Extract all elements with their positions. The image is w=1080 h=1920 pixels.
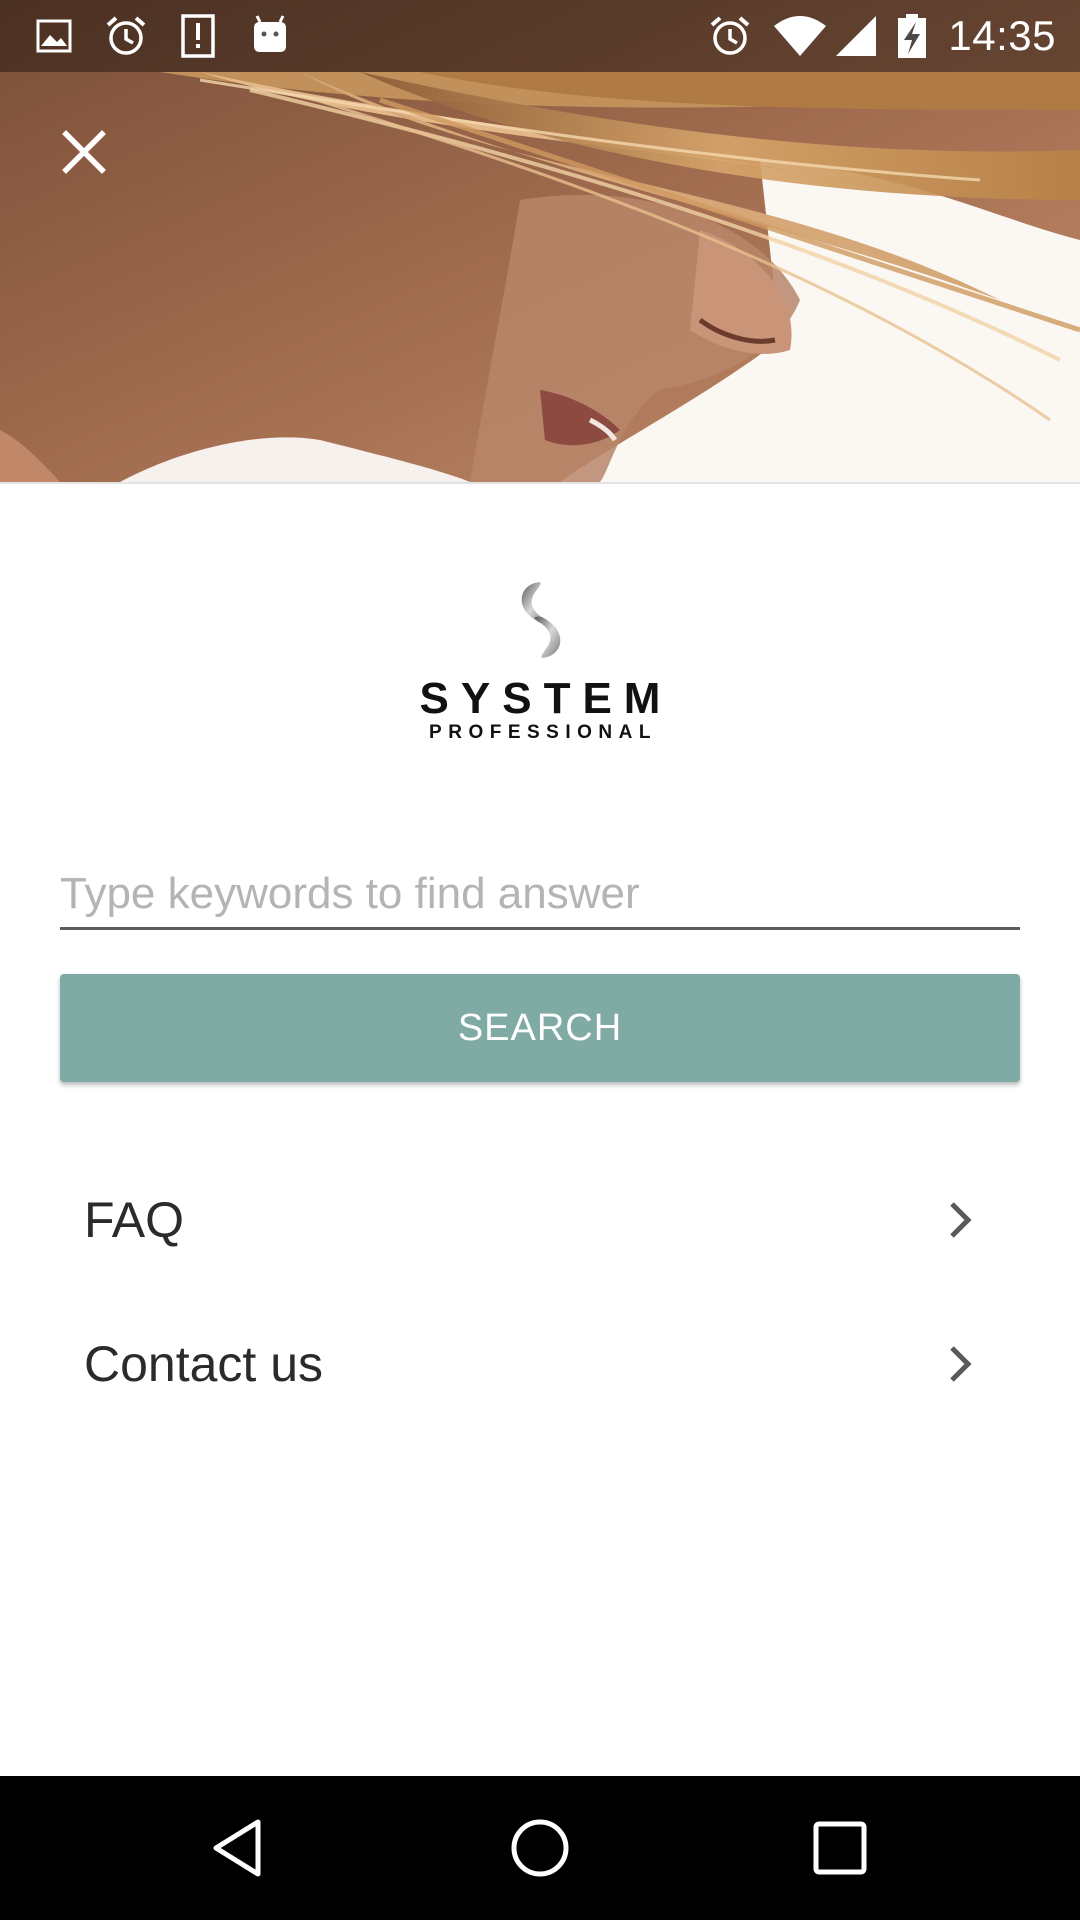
search-button[interactable]: SEARCH (60, 974, 1020, 1082)
search-input[interactable] (60, 860, 1020, 930)
image-notification-icon (30, 12, 78, 60)
logo-subtitle: PROFESSIONAL (429, 722, 657, 743)
menu-item-label: FAQ (84, 1192, 185, 1248)
menu-item-label: Contact us (84, 1336, 324, 1392)
back-button[interactable] (200, 1808, 280, 1888)
hero-photo (0, 0, 1080, 482)
chevron-right-icon (940, 1344, 980, 1384)
brand-logo: SYSTEM PROFESSIONAL (390, 580, 690, 743)
hero-divider (0, 482, 1080, 484)
close-icon (60, 128, 108, 181)
alarm-icon (706, 12, 754, 60)
close-button[interactable] (44, 114, 124, 194)
logo-s-icon (521, 582, 561, 658)
alert-notification-icon (174, 12, 222, 60)
battery-charging-icon (894, 12, 930, 60)
navigation-bar (0, 1776, 1080, 1920)
wifi-icon (772, 12, 828, 60)
recents-button[interactable] (800, 1808, 880, 1888)
menu-item-faq[interactable]: FAQ (60, 1150, 1020, 1290)
menu-item-contact-us[interactable]: Contact us (60, 1294, 1020, 1434)
alarm-notification-icon (102, 12, 150, 60)
home-button[interactable] (500, 1808, 580, 1888)
chevron-right-icon (940, 1200, 980, 1240)
logo-title: SYSTEM (419, 674, 673, 723)
home-icon (500, 1808, 580, 1888)
recents-icon (800, 1808, 880, 1888)
android-notification-icon (246, 12, 294, 60)
cell-signal-icon (832, 12, 880, 60)
status-bar: 14:35 (0, 0, 1080, 72)
back-icon (200, 1808, 280, 1888)
status-time: 14:35 (948, 12, 1056, 59)
